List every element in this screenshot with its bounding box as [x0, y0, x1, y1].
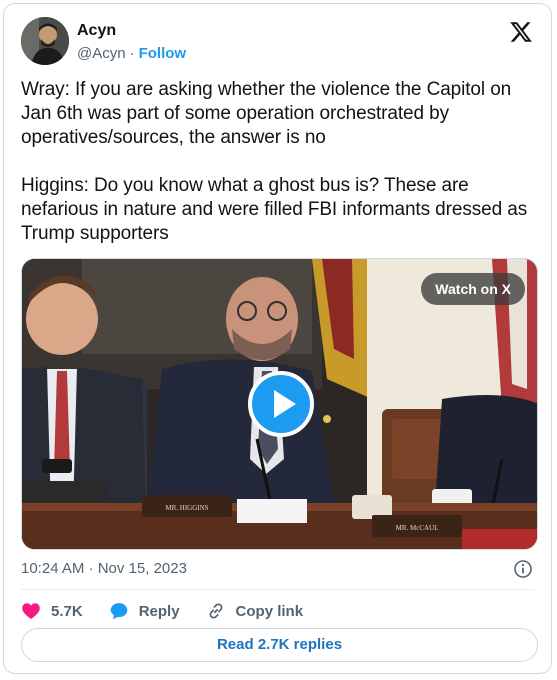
- heart-icon: [22, 603, 40, 619]
- x-logo-icon[interactable]: [509, 20, 533, 44]
- copy-link-label: Copy link: [235, 602, 304, 620]
- tweet-card: Acyn @Acyn · Follow Wray: If you are askin…: [3, 3, 552, 674]
- read-replies-button[interactable]: Read 2.7K replies: [21, 628, 538, 662]
- video-player[interactable]: MR. HIGGINS MR. McCAUL Watch on X: [21, 258, 538, 550]
- timestamp[interactable]: 10:24 AM · Nov 15, 2023: [21, 560, 187, 577]
- avatar[interactable]: [21, 17, 69, 65]
- divider: [21, 589, 534, 590]
- tweet-text: Wray: If you are asking whether the viol…: [21, 79, 528, 244]
- reply-button[interactable]: Reply: [109, 601, 180, 621]
- follow-button[interactable]: Follow: [139, 45, 187, 62]
- watch-on-x-button[interactable]: Watch on X: [421, 273, 525, 305]
- link-icon: [209, 603, 222, 619]
- action-bar: 5.7K Reply Copy link: [21, 599, 329, 623]
- like-button[interactable]: 5.7K: [21, 601, 83, 621]
- play-button[interactable]: [248, 371, 314, 437]
- reply-bubble-icon: [110, 603, 128, 620]
- avatar-image: [21, 17, 69, 65]
- author-handle[interactable]: @Acyn: [77, 45, 126, 62]
- like-count: 5.7K: [51, 602, 83, 620]
- separator-dot: ·: [129, 45, 135, 62]
- reply-label: Reply: [138, 602, 180, 620]
- nameplate-left: MR. HIGGINS: [165, 504, 208, 512]
- author-name[interactable]: Acyn: [77, 22, 116, 40]
- nameplate-right: MR. McCAUL: [396, 524, 439, 532]
- copy-link-button[interactable]: Copy link: [206, 601, 304, 621]
- author-handle-row: @Acyn · Follow: [77, 45, 186, 62]
- info-icon[interactable]: [513, 559, 533, 579]
- play-icon: [274, 390, 296, 418]
